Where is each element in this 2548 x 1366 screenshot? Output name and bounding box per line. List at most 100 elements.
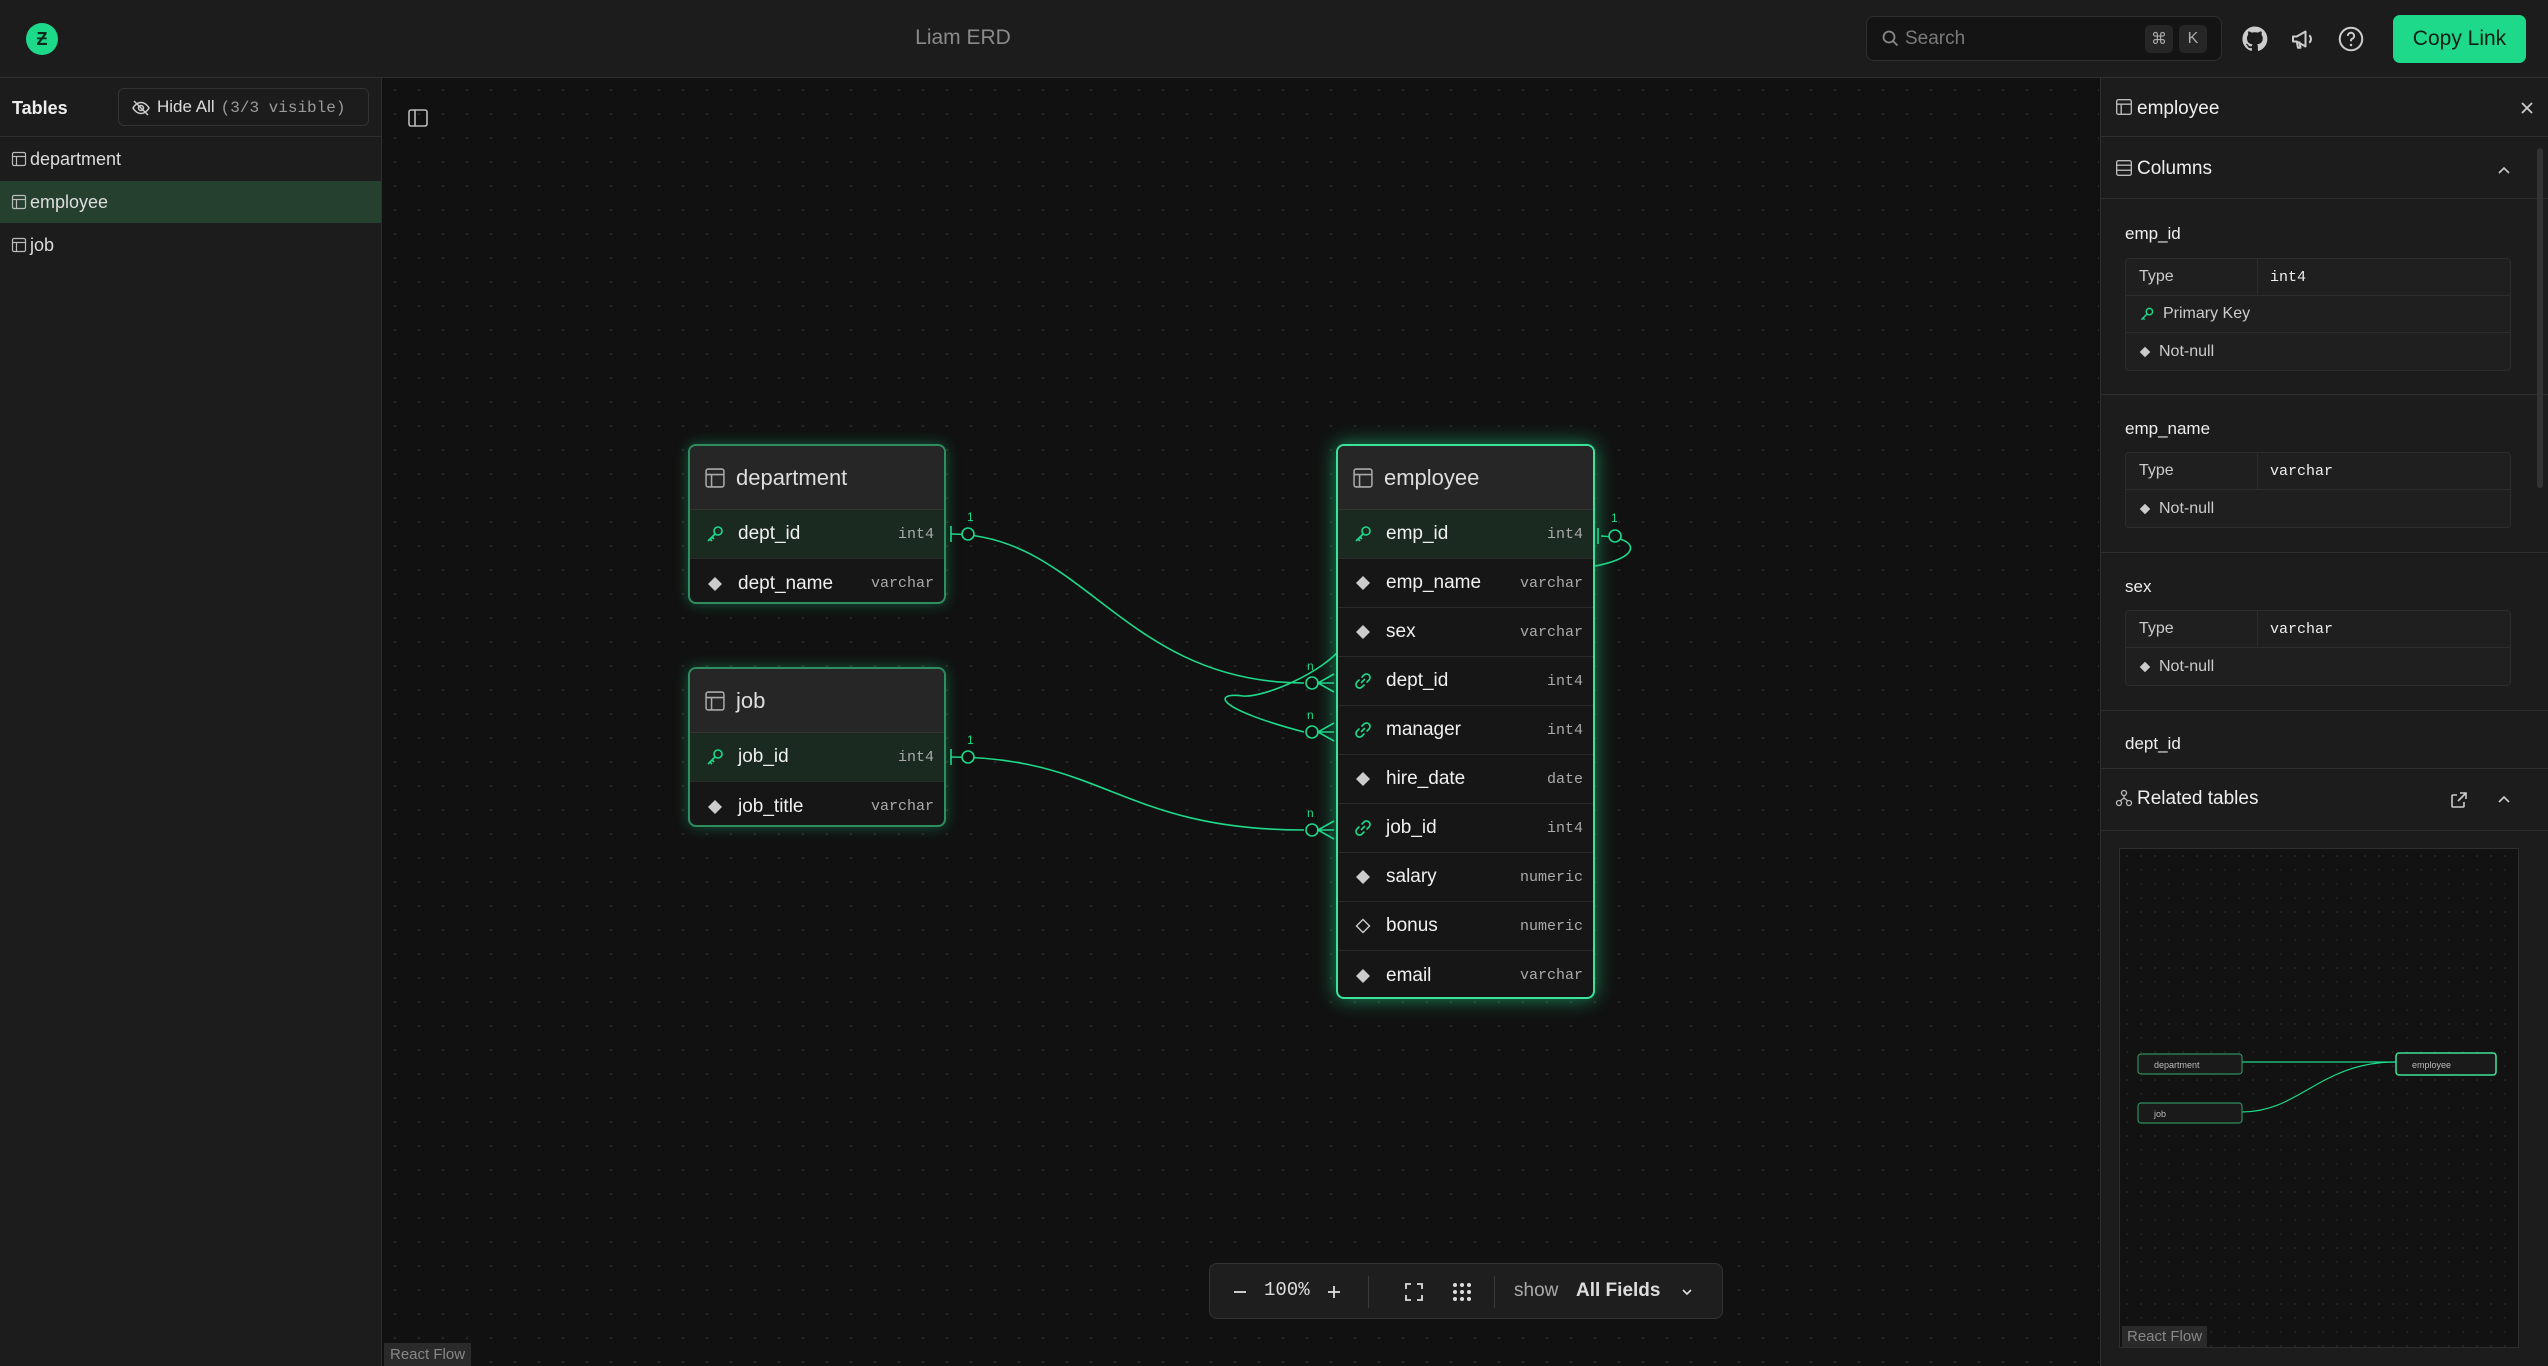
copy-link-button[interactable]: Copy Link: [2393, 15, 2526, 63]
column-name: job_id: [1386, 817, 1437, 838]
card-many-dept: n: [1307, 659, 1314, 673]
chevron-down-icon[interactable]: [1680, 1285, 1694, 1299]
zoom-level: 100%: [1264, 1279, 1310, 1301]
megaphone-icon[interactable]: [2288, 24, 2318, 54]
help-icon[interactable]: [2336, 24, 2366, 54]
key-icon: [1352, 523, 1374, 545]
kbd-k: K: [2179, 25, 2207, 53]
column-row[interactable]: hire_date date: [1338, 755, 1593, 804]
panel-divider: [2101, 830, 2548, 831]
column-name: job_title: [738, 795, 804, 817]
column-name: bonus: [1386, 915, 1438, 936]
column-row[interactable]: job_id int4: [690, 733, 944, 782]
not-null-label: Not-null: [2159, 342, 2215, 360]
hide-all-label: Hide All: [157, 97, 215, 116]
edge-department-employee: [950, 533, 1305, 684]
table-node-department[interactable]: department dept_id int4 dept_name varcha…: [688, 444, 946, 604]
panel-divider: [2101, 768, 2548, 769]
column-type: varchar: [870, 575, 934, 592]
panel-divider: [2101, 552, 2548, 553]
diamond-icon: [1352, 965, 1374, 987]
sidebar-item-employee[interactable]: employee: [0, 181, 381, 223]
search-input[interactable]: [1905, 25, 2125, 53]
hide-all-button[interactable]: Hide All (3/3 visible): [118, 88, 369, 126]
show-label: show: [1514, 1280, 1559, 1301]
column-name: hire_date: [1386, 768, 1466, 789]
column-row[interactable]: sex varchar: [1338, 608, 1593, 657]
diamond-icon: [704, 796, 726, 818]
panel-title: employee: [2137, 98, 2220, 119]
column-row[interactable]: dept_id int4: [1338, 657, 1593, 706]
diamond-icon: [1352, 768, 1374, 790]
zoom-out-icon[interactable]: [1230, 1282, 1250, 1302]
github-icon[interactable]: [2240, 24, 2270, 54]
column-type: int4: [897, 748, 934, 766]
app-header: Ƶ Liam ERD ⌘ K Copy Link: [0, 0, 2548, 78]
minimap-attribution[interactable]: React Flow: [2122, 1326, 2208, 1347]
sidebar-title: Tables: [12, 98, 68, 118]
column-row[interactable]: dept_name varchar: [690, 559, 944, 602]
column-row[interactable]: manager int4: [1338, 706, 1593, 755]
card-one-emp: 1: [1611, 511, 1618, 525]
table-detail-panel: employee Columns emp_id Type int4 Primary…: [2100, 78, 2548, 1366]
sidebar-item-department[interactable]: department: [0, 138, 381, 180]
link-icon: [1352, 817, 1374, 839]
close-icon[interactable]: [2517, 98, 2537, 118]
column-detail: Type varchar Not-null: [2125, 452, 2511, 528]
table-node-job[interactable]: job job_id int4 job_title varchar: [688, 667, 946, 827]
table-icon: [705, 467, 725, 488]
fit-view-icon[interactable]: [1402, 1280, 1426, 1304]
column-row[interactable]: emp_id int4: [1338, 510, 1593, 559]
column-row[interactable]: emp_name varchar: [1338, 559, 1593, 608]
table-node-employee[interactable]: employee emp_id int4 emp_name varchar se…: [1336, 444, 1595, 999]
related-tables-minimap[interactable]: department job employee React Flow: [2119, 848, 2519, 1348]
column-type: numeric: [1519, 868, 1583, 886]
column-title: dept_id: [2125, 734, 2181, 753]
show-mode-select[interactable]: All Fields: [1576, 1280, 1660, 1302]
column-name: email: [1386, 964, 1432, 986]
chevron-up-icon[interactable]: [2495, 162, 2513, 180]
card-one-dept: 1: [967, 510, 974, 524]
table-icon: [705, 690, 725, 711]
diamond-icon: [704, 573, 726, 595]
column-row[interactable]: bonus numeric: [1338, 902, 1593, 951]
diamond-icon: [1352, 866, 1374, 888]
column-type: int4: [897, 525, 934, 543]
diamond-icon: [1352, 621, 1374, 643]
type-label: Type: [2126, 611, 2258, 647]
column-type: numeric: [1519, 917, 1583, 935]
panel-scrollbar[interactable]: [2537, 148, 2543, 488]
type-label: Type: [2126, 453, 2258, 489]
table-header: department: [690, 446, 944, 510]
search-box[interactable]: ⌘ K: [1866, 16, 2222, 61]
sidebar-item-job[interactable]: job: [0, 224, 381, 266]
app-title: Liam ERD: [915, 26, 1011, 49]
related-tables-title[interactable]: Related tables: [2137, 788, 2258, 810]
chevron-up-icon[interactable]: [2495, 791, 2513, 809]
column-row[interactable]: dept_id int4: [690, 510, 944, 559]
react-flow-attribution[interactable]: React Flow: [384, 1343, 472, 1366]
column-row[interactable]: job_id int4: [1338, 804, 1593, 853]
erd-canvas[interactable]: 1 1 1 n n n department dept_id int4 dept…: [383, 78, 2099, 1366]
columns-section-title[interactable]: Columns: [2137, 158, 2212, 180]
column-type: varchar: [1519, 574, 1583, 592]
column-name: salary: [1386, 866, 1437, 887]
toolbar-divider: [1494, 1276, 1495, 1308]
column-detail: Type varchar Not-null: [2125, 610, 2511, 686]
zoom-in-icon[interactable]: [1324, 1282, 1344, 1302]
column-row[interactable]: salary numeric: [1338, 853, 1593, 902]
panel-divider: [2101, 136, 2548, 137]
panel-divider: [2101, 394, 2548, 395]
column-row[interactable]: job_title varchar: [690, 782, 944, 825]
open-external-icon[interactable]: [2449, 790, 2469, 810]
column-title: emp_name: [2125, 419, 2211, 438]
table-icon: [11, 151, 27, 167]
toolbar-divider: [1368, 1276, 1369, 1308]
column-type: varchar: [1519, 967, 1583, 984]
grid-layout-icon[interactable]: [1450, 1280, 1474, 1304]
column-row[interactable]: email varchar: [1338, 951, 1593, 997]
panel-divider: [2101, 710, 2548, 711]
type-value: varchar: [2270, 462, 2334, 480]
table-name: department: [736, 464, 848, 490]
column-name: dept_id: [1386, 670, 1449, 691]
